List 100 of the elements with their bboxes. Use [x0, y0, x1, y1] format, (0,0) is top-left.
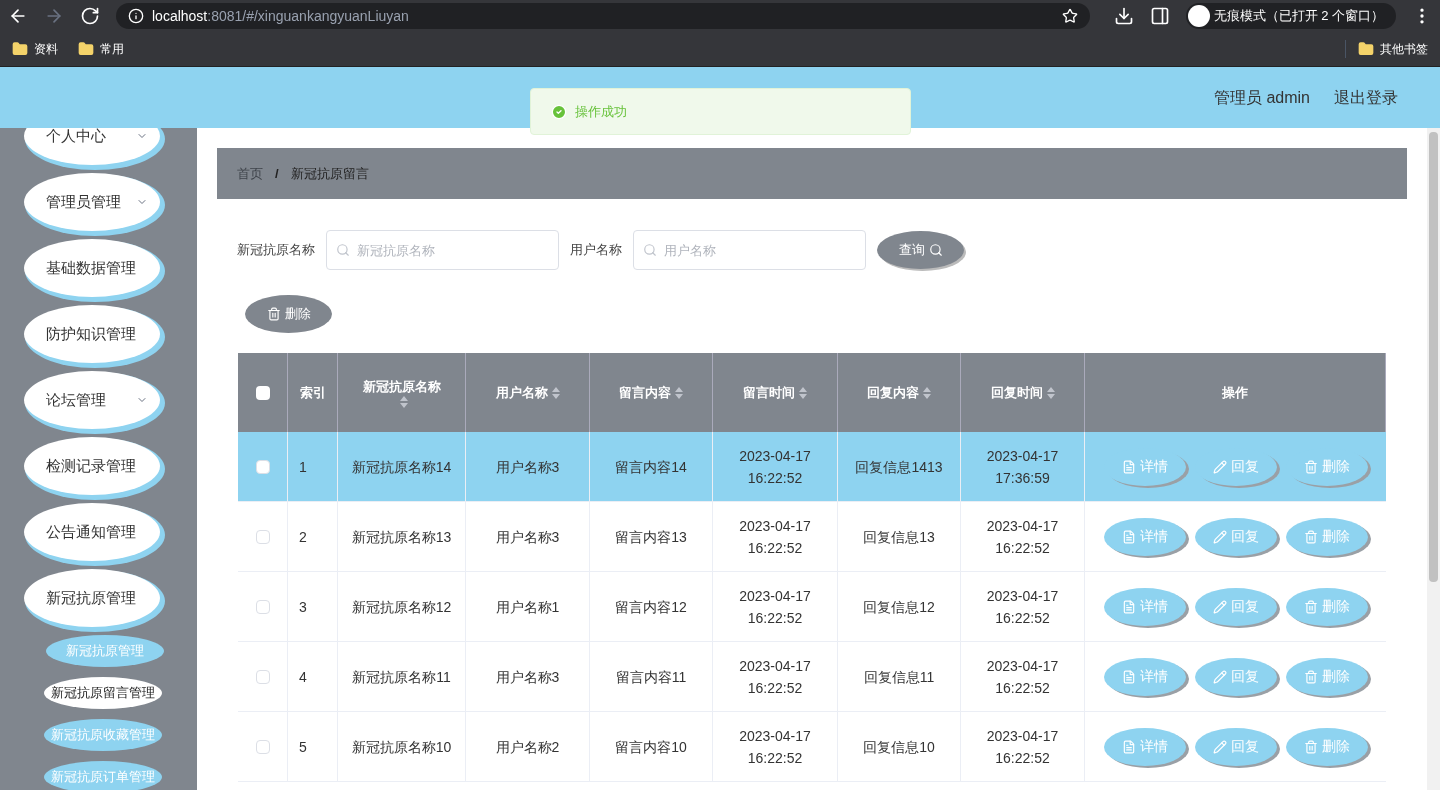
table-cell-text: 2023-04-17 16:22:52 — [738, 656, 812, 698]
table-cell-text: 2 — [299, 527, 307, 547]
table-cell-text: 留言内容12 — [615, 597, 687, 617]
table-cell-text: 用户名称3 — [495, 457, 560, 477]
column-header: 回复时间 — [990, 383, 1043, 402]
bookmark-item[interactable]: 资料 — [12, 40, 58, 58]
table-cell-text: 2023-04-17 16:22:52 — [985, 726, 1060, 768]
table-cell-text: 2023-04-17 16:22:52 — [738, 446, 812, 488]
table-cell-text: 2023-04-17 17:36:59 — [985, 446, 1060, 488]
user-label: 管理员 admin — [1213, 87, 1310, 108]
pencil-icon — [1212, 529, 1227, 544]
document-icon — [1121, 599, 1136, 614]
table-cell-text: 留言内容14 — [615, 457, 687, 477]
select-all-checkbox[interactable] — [255, 385, 270, 400]
search-icon — [928, 243, 943, 257]
table-cell-text: 2023-04-17 16:22:52 — [738, 726, 812, 768]
bookmark-star-icon[interactable] — [1061, 8, 1078, 24]
submenu-item[interactable]: 新冠抗原留言管理 — [44, 677, 162, 709]
search-field[interactable]: 用户名称 — [633, 230, 866, 270]
table-cell-text: 回复信息13 — [863, 527, 935, 547]
pencil-icon — [1212, 739, 1227, 754]
row-checkbox[interactable] — [255, 529, 270, 544]
folder-icon — [1358, 41, 1374, 57]
info-icon — [128, 8, 144, 24]
sort-icon[interactable] — [923, 386, 931, 399]
document-icon — [1121, 459, 1136, 474]
incognito-badge[interactable]: 无痕模式（已打开 2 个窗口） — [1185, 3, 1396, 29]
row-checkbox[interactable] — [255, 599, 270, 614]
table-cell-text: 3 — [299, 597, 307, 617]
table-cell-text: 新冠抗原名称10 — [351, 737, 452, 757]
table-row[interactable]: 2 新冠抗原名称13 用户名称3 留言内容13 2023-04-17 16:22:52 回复信息13 2023-04-17 16:22:52 详情 回复 删除 — [238, 502, 1386, 572]
table-cell-text: 留言内容13 — [615, 527, 687, 547]
column-header: 操作 — [1222, 383, 1248, 402]
table-cell-text: 留言内容10 — [615, 737, 687, 757]
table-cell-text: 新冠抗原名称13 — [351, 527, 452, 547]
column-header: 回复内容 — [867, 383, 919, 402]
table-row[interactable]: 4 新冠抗原名称11 用户名称3 留言内容11 2023-04-17 16:22:52 回复信息11 2023-04-17 16:22:52 详情 回复 删除 — [238, 642, 1386, 712]
search-field[interactable]: 新冠抗原名称 — [326, 230, 559, 270]
address-bar[interactable]: localhost:8081/#/xinguankangyuanLiuyan — [116, 3, 1090, 29]
field-label: 用户名称 — [570, 241, 622, 260]
bookmark-item[interactable]: 其他书签 — [1345, 40, 1428, 58]
table-cell-text: 2023-04-17 16:22:52 — [738, 586, 812, 628]
document-icon — [1121, 739, 1136, 754]
column-header: 索引 — [299, 383, 326, 402]
folder-icon — [78, 41, 94, 57]
table-cell-text: 2023-04-17 16:22:52 — [985, 586, 1060, 628]
column-header: 留言内容 — [619, 383, 671, 402]
table-cell-text: 2023-04-17 16:22:52 — [738, 516, 812, 558]
side-panel-icon[interactable] — [1149, 6, 1170, 26]
sort-icon[interactable] — [1046, 386, 1055, 399]
table-row[interactable]: 1 新冠抗原名称14 用户名称3 留言内容14 2023-04-17 16:22:52 回复信息1413 2023-04-17 17:36:59 详情 回复 删除 — [238, 432, 1386, 502]
folder-icon — [12, 41, 28, 57]
table-row[interactable]: 5 新冠抗原名称10 用户名称2 留言内容10 2023-04-17 16:22:52 回复信息10 2023-04-17 16:22:52 详情 回复 删除 — [238, 712, 1386, 782]
trash-icon — [1303, 529, 1318, 544]
row-checkbox[interactable] — [255, 459, 270, 474]
trash-icon — [1303, 459, 1318, 474]
breadcrumb-link[interactable]: 首页 — [237, 163, 263, 184]
trash-icon — [1303, 599, 1318, 614]
table-cell-text: 回复信息10 — [863, 737, 935, 757]
field-label: 新冠抗原名称 — [237, 241, 315, 260]
search-icon — [643, 243, 657, 257]
sort-icon[interactable] — [799, 386, 807, 399]
table-cell-text: 2023-04-17 16:22:52 — [985, 516, 1060, 558]
column-header: 用户名称 — [495, 383, 548, 402]
scrollbar[interactable] — [1427, 128, 1440, 790]
table-cell-text: 用户名称2 — [495, 737, 560, 757]
column-header: 新冠抗原名称 — [362, 377, 441, 396]
sort-icon[interactable] — [675, 386, 683, 399]
row-checkbox[interactable] — [255, 739, 270, 754]
logout-link[interactable]: 退出登录 — [1334, 85, 1398, 110]
bookmark-item[interactable]: 常用 — [78, 40, 124, 58]
document-icon — [1121, 529, 1136, 544]
pencil-icon — [1212, 459, 1227, 474]
search-icon — [336, 243, 350, 257]
download-icon[interactable] — [1113, 6, 1134, 26]
table-cell-text: 1 — [299, 457, 307, 477]
success-icon — [551, 103, 567, 120]
table-cell-text: 用户名称1 — [495, 597, 560, 617]
table-cell-text: 新冠抗原名称11 — [352, 667, 451, 687]
table-cell-text: 4 — [299, 667, 307, 687]
table-cell-text: 5 — [299, 737, 307, 757]
reload-icon[interactable] — [80, 6, 100, 26]
trash-icon — [266, 307, 281, 321]
table-cell-text: 新冠抗原名称12 — [351, 597, 452, 617]
trash-icon — [1303, 739, 1318, 754]
table-row[interactable]: 3 新冠抗原名称12 用户名称1 留言内容12 2023-04-17 16:22:52 回复信息12 2023-04-17 16:22:52 详情 回复 删除 — [238, 572, 1386, 642]
pencil-icon — [1212, 599, 1227, 614]
column-header: 留言时间 — [743, 383, 795, 402]
delete-button[interactable]: 删除 — [245, 295, 332, 333]
sort-icon[interactable] — [551, 386, 560, 399]
query-button[interactable]: 查询 — [877, 231, 964, 269]
sort-icon[interactable] — [399, 396, 408, 409]
table-cell-text: 2023-04-17 16:22:52 — [985, 656, 1060, 698]
table-cell-text: 用户名称3 — [495, 667, 560, 687]
table-cell-text: 留言内容11 — [615, 667, 687, 687]
trash-icon — [1303, 669, 1318, 684]
row-checkbox[interactable] — [255, 669, 270, 684]
table-cell-text: 新冠抗原名称14 — [351, 457, 452, 477]
pencil-icon — [1212, 669, 1227, 684]
breadcrumb-separator: / — [275, 164, 279, 183]
